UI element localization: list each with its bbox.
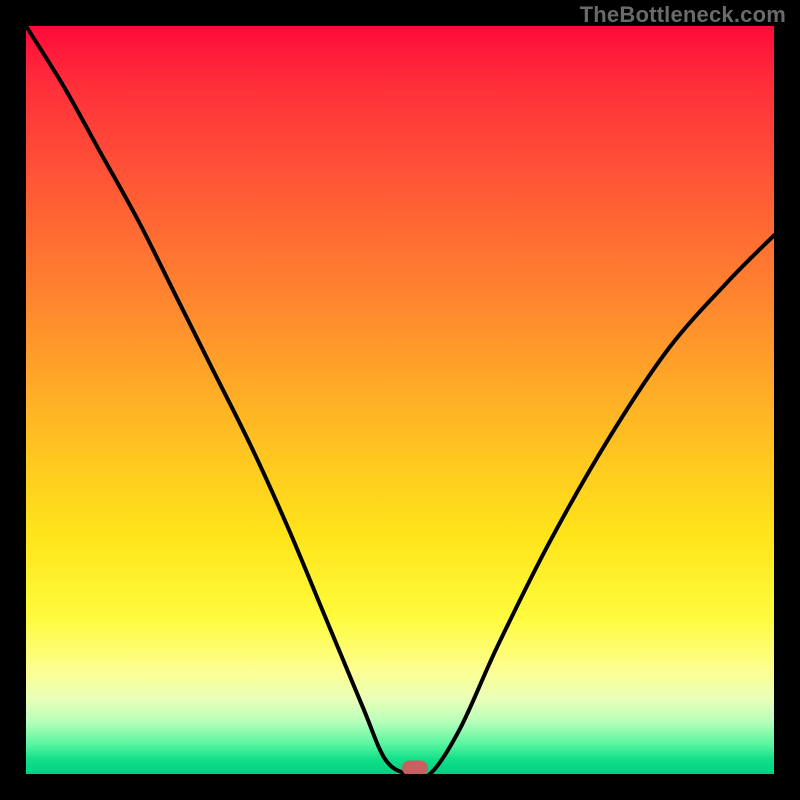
watermark-text: TheBottleneck.com — [580, 2, 786, 28]
bottleneck-curve — [26, 26, 774, 774]
chart-frame: TheBottleneck.com — [0, 0, 800, 800]
optimum-marker — [402, 761, 428, 775]
plot-area — [26, 26, 774, 774]
